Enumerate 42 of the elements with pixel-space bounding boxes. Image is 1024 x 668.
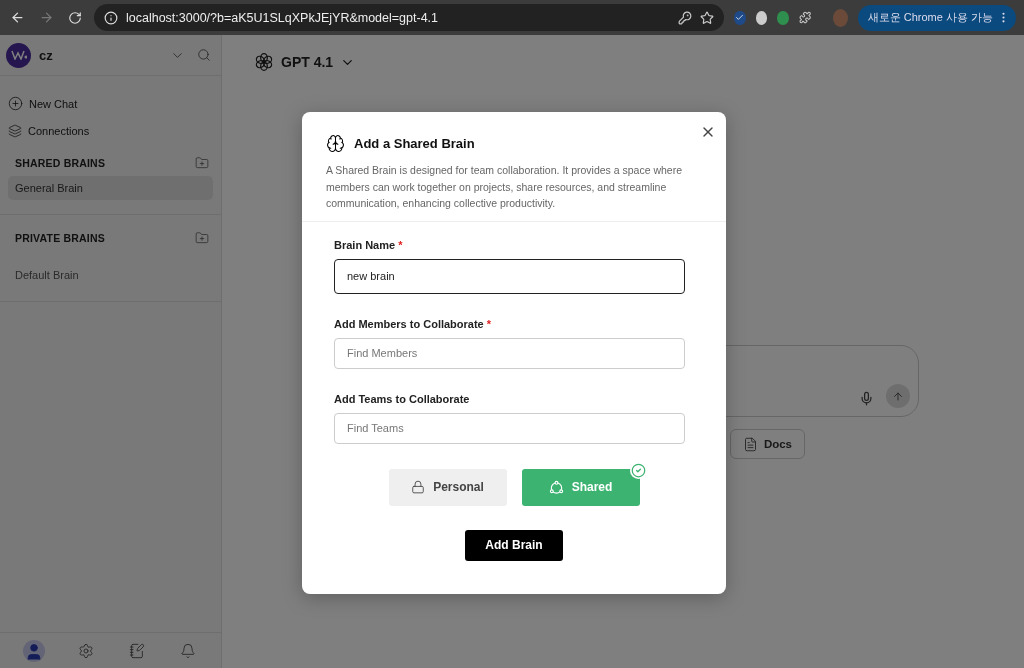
lock-icon: [411, 480, 426, 494]
logo-icon: [6, 42, 31, 68]
section-title: PRIVATE BRAINS: [15, 232, 105, 244]
brain-item[interactable]: Default Brain: [8, 263, 213, 287]
field-label: Brain Name *: [334, 238, 404, 251]
circle-nodes-icon: [548, 479, 564, 495]
input-field[interactable]: new brain: [334, 258, 685, 294]
user-avatar[interactable]: [23, 639, 46, 662]
add-brain-button[interactable]: Add Brain: [465, 529, 563, 561]
url-text: localhost:3000/?b=aK5U1SLqXPkJEjYR&model=gpt-4.1: [126, 10, 439, 25]
brain-type-button[interactable]: Personal: [388, 468, 507, 506]
address-bar[interactable]: localhost:3000/?b=aK5U1SLqXPkJEjYR&model=gpt-4.1: [94, 4, 724, 31]
puzzle-icon[interactable]: [798, 10, 811, 25]
key-icon[interactable]: [678, 10, 692, 25]
check-extension-icon[interactable]: [734, 10, 746, 25]
logo-icon: [254, 52, 274, 72]
plus-circle-icon: [8, 96, 23, 111]
brain-item[interactable]: General Brain: [8, 176, 213, 200]
section-title: SHARED BRAINS: [15, 157, 106, 169]
document-icon: [742, 436, 758, 452]
modal-title: Add a Shared Brain: [354, 136, 475, 151]
model-selector[interactable]: GPT 4.1: [248, 51, 362, 73]
workspace-name: cz: [39, 47, 54, 63]
brain-type-button[interactable]: Shared: [521, 468, 640, 506]
brain-icon: [326, 134, 345, 153]
reload-icon: [68, 10, 82, 25]
input-field[interactable]: Find Members: [334, 337, 685, 369]
send-button[interactable]: [886, 384, 910, 408]
check-circle-icon: [629, 461, 647, 479]
info-icon: [104, 10, 118, 25]
field-label: Add Teams to Collaborate: [334, 392, 471, 405]
star-icon[interactable]: [700, 10, 714, 25]
modal-description: A Shared Brain is designed for team collaboration. It provides a space where members can work together on projects, share resources, and streamline communication, enhancing collective productivity.: [326, 163, 684, 211]
input-field[interactable]: Find Teams: [334, 412, 685, 444]
docs-button[interactable]: Docs: [729, 429, 805, 459]
forward-arrow-icon: [39, 10, 54, 25]
field-label: Add Members to Collaborate *: [334, 317, 493, 330]
search-icon[interactable]: [195, 46, 213, 64]
sidebar-item[interactable]: Connections: [8, 122, 213, 140]
layers-icon: [8, 124, 22, 138]
sidebar-item[interactable]: New Chat: [8, 94, 213, 113]
update-button[interactable]: 새로운 Chrome 사용 가능: [857, 4, 1016, 31]
